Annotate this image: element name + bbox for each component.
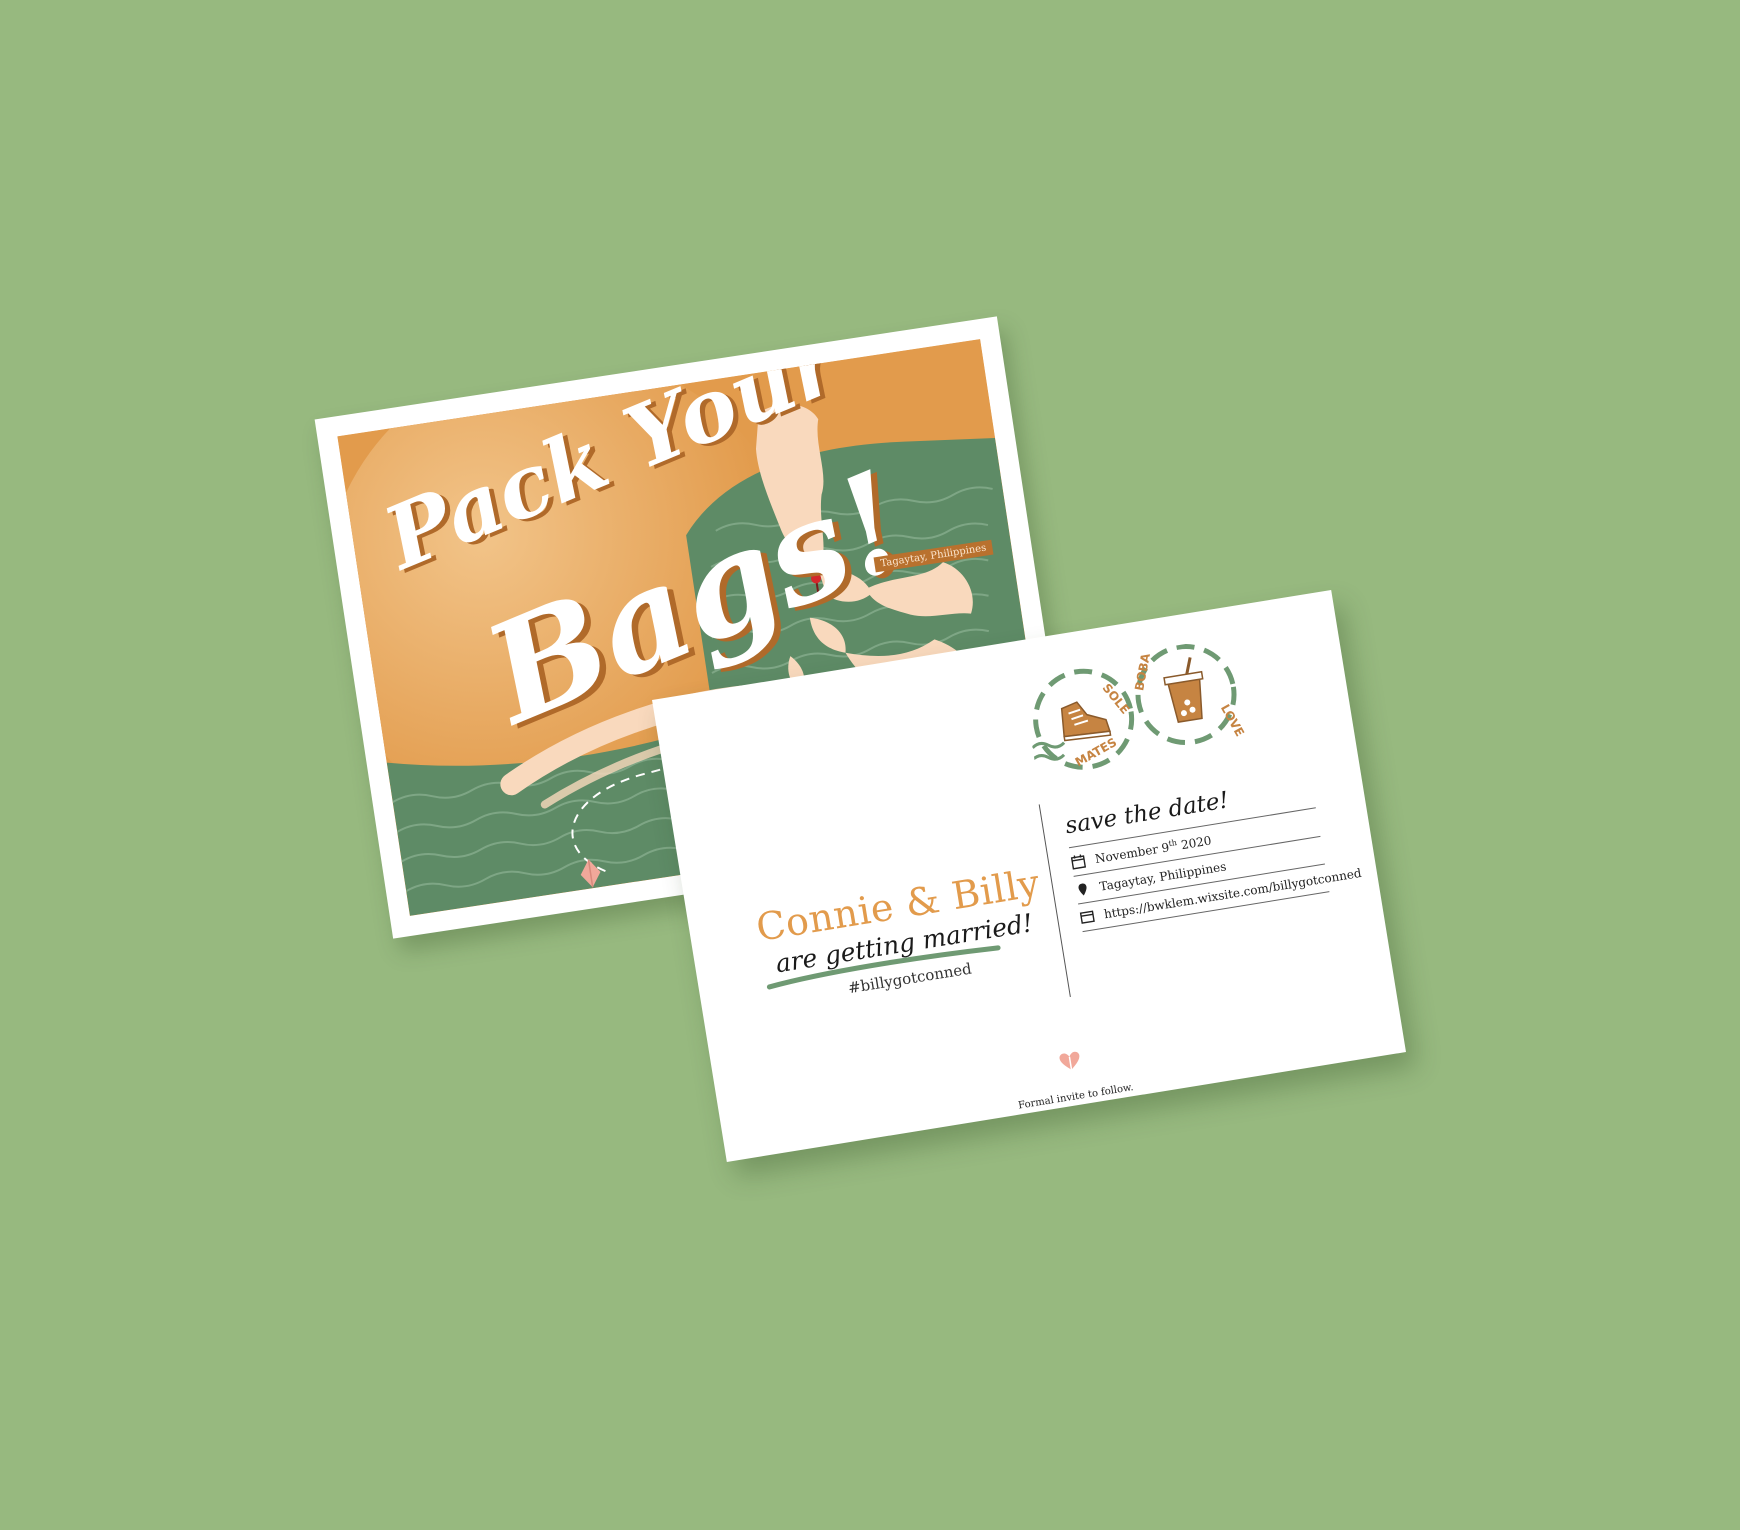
stamps-group: SOLE MATES BOBA LOVE [1020, 636, 1256, 790]
heart-icon [1059, 1051, 1080, 1070]
couple-block: Connie & Billy are getting married! #bil… [746, 860, 1059, 1012]
stamps-art: SOLE MATES BOBA LOVE [1031, 644, 1247, 770]
footer-block: Formal invite to follow. [970, 1034, 1176, 1118]
location-pin-icon [1078, 883, 1087, 896]
calendar-icon [1070, 853, 1086, 870]
stamp-text-love: LOVE [1218, 702, 1247, 739]
browser-window-icon [1079, 910, 1095, 924]
scene: Pack Your Bags! Tagaytay, Philippines SO… [0, 0, 1740, 1530]
details-block: save the date! November 9th 2020 Tagayta… [1063, 774, 1362, 933]
stamp-text-boba: BOBA [1132, 652, 1153, 692]
formal-invite-note: Formal invite to follow. [1017, 1082, 1135, 1112]
